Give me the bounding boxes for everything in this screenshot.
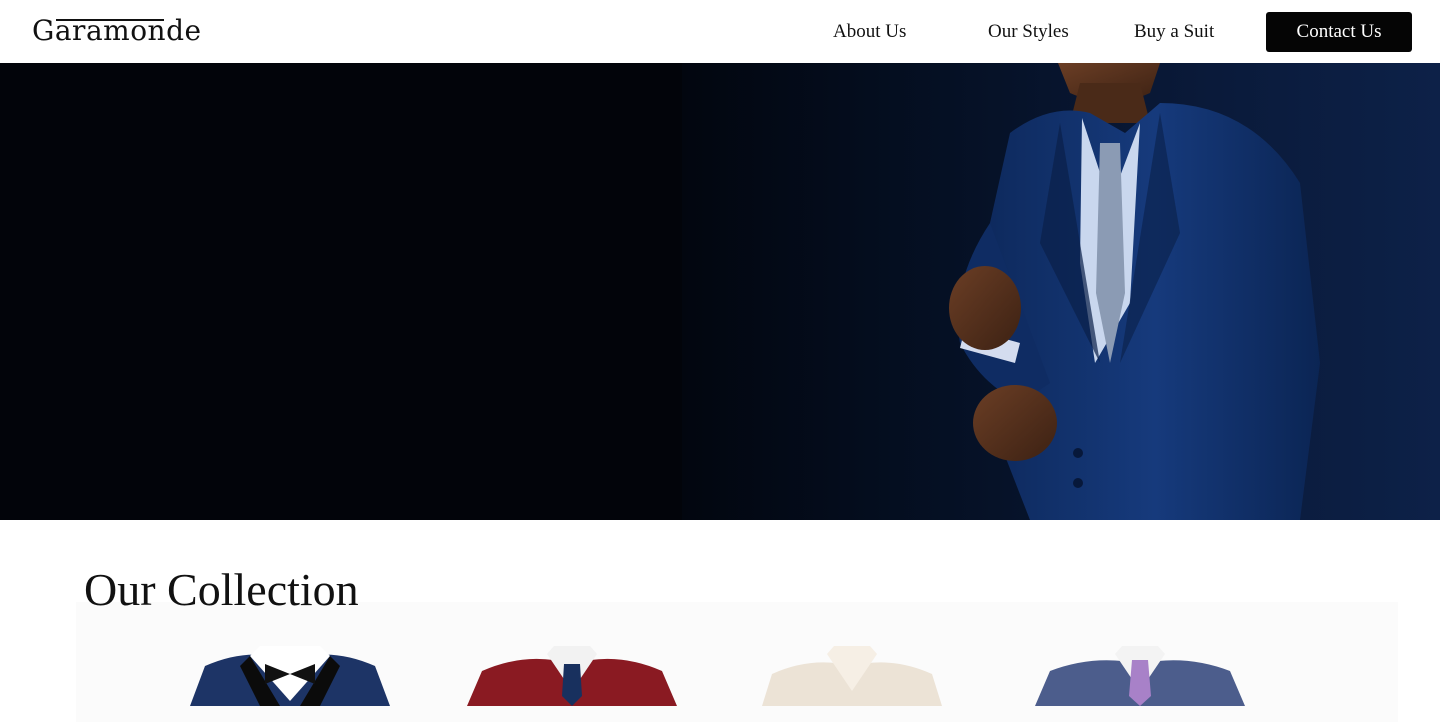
nav-buy-a-suit[interactable]: Buy a Suit: [1134, 20, 1214, 44]
product-cream-suit-image[interactable]: [742, 646, 962, 706]
logo-overline: [56, 19, 164, 21]
nav-about-us[interactable]: About Us: [833, 20, 906, 44]
contact-us-button[interactable]: Contact Us: [1266, 12, 1412, 52]
product-navy-tuxedo-image[interactable]: [180, 646, 400, 706]
collection-title: Our Collection: [84, 564, 359, 615]
hero-banner: [0, 63, 1440, 520]
hero-image: [949, 63, 1320, 520]
site-header: Garamonde About Us Our Styles Buy a Suit…: [0, 0, 1440, 63]
brand-logo[interactable]: Garamonde: [32, 13, 202, 49]
product-burgundy-suit-image[interactable]: [462, 646, 682, 706]
nav-our-styles[interactable]: Our Styles: [988, 20, 1069, 44]
product-blue-check-suit-image[interactable]: [1030, 646, 1250, 706]
